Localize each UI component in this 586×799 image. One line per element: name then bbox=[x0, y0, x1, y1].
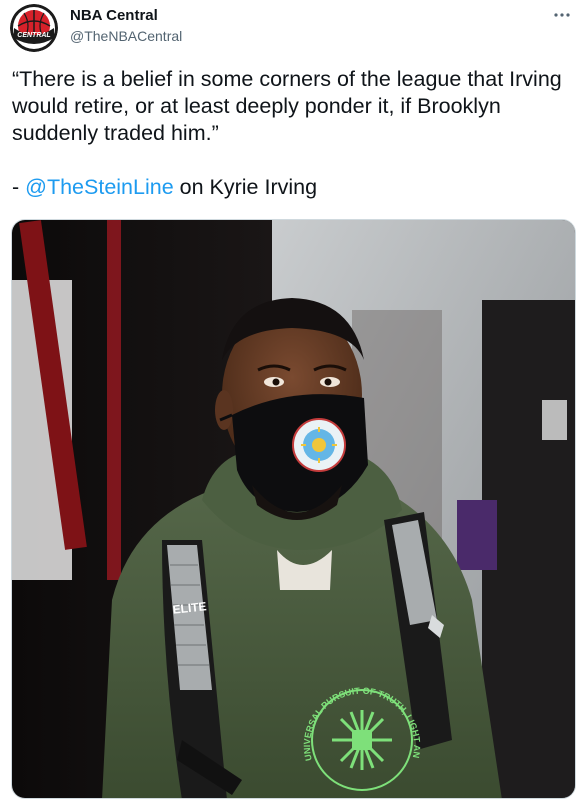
attribution-suffix: on Kyrie Irving bbox=[173, 175, 318, 199]
tweet-photo[interactable]: ELITE UNIVERSAL PURSUIT OF TRUTH, LIGHT … bbox=[11, 219, 576, 799]
tweet-header: CENTRAL NBA Central @TheNBACentral bbox=[10, 4, 576, 52]
account-names: NBA Central @TheNBACentral bbox=[70, 6, 182, 46]
tweet-card[interactable]: CENTRAL NBA Central @TheNBACentral “Ther… bbox=[0, 0, 586, 799]
mention-link[interactable]: @TheSteinLine bbox=[25, 175, 174, 199]
tweet-text: “There is a belief in some corners of th… bbox=[12, 66, 572, 201]
account-handle[interactable]: @TheNBACentral bbox=[70, 26, 182, 46]
attribution-prefix: - bbox=[12, 175, 26, 199]
photo-illustration: ELITE UNIVERSAL PURSUIT OF TRUTH, LIGHT … bbox=[12, 220, 575, 798]
more-horizontal-icon[interactable] bbox=[552, 8, 572, 22]
display-name[interactable]: NBA Central bbox=[70, 6, 182, 26]
avatar[interactable]: CENTRAL bbox=[10, 4, 58, 52]
tweet-quote: “There is a belief in some corners of th… bbox=[12, 67, 562, 145]
logo-text: CENTRAL bbox=[17, 32, 50, 39]
nba-central-logo: CENTRAL bbox=[10, 4, 58, 52]
tweet-attribution: - @TheSteinLine on Kyrie Irving bbox=[12, 174, 572, 201]
